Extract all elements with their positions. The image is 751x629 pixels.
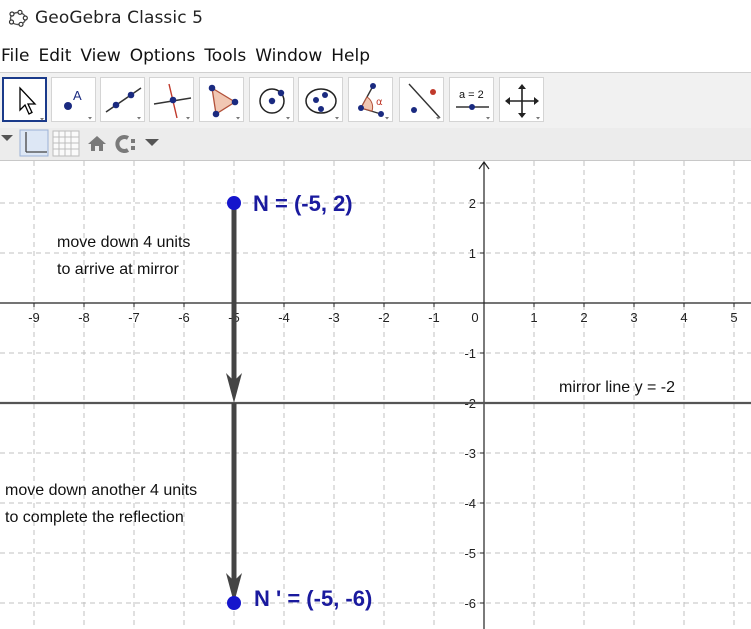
show-axes-icon[interactable] (19, 129, 49, 157)
graphics-view[interactable]: -9-8-7-6-5-4-3-2-1012345 21-1-2-3-4-5-6 … (0, 161, 751, 629)
polygon-icon (208, 84, 240, 120)
coordinate-plane[interactable]: -9-8-7-6-5-4-3-2-1012345 21-1-2-3-4-5-6 … (0, 161, 751, 629)
x-tick-label: -3 (328, 310, 340, 325)
cursor-arrow-icon (19, 86, 44, 121)
point-N-label[interactable]: N = (-5, 2) (253, 191, 353, 216)
x-tick-labels: -9-8-7-6-5-4-3-2-1012345 (28, 303, 738, 325)
title-bar: GeoGebra Classic 5 (0, 0, 751, 38)
point-tool-letter: A (73, 88, 82, 103)
x-tick-label: -1 (428, 310, 440, 325)
circle-center-point-icon (259, 88, 290, 120)
point-N-prime-label[interactable]: N ' = (-5, -6) (254, 586, 372, 611)
ellipse-icon (305, 88, 339, 120)
menu-tools[interactable]: Tools (204, 46, 251, 66)
x-tick-label: -6 (178, 310, 190, 325)
standard-view-home-icon[interactable] (88, 136, 106, 151)
x-tick-label: -7 (128, 310, 140, 325)
perpendicular-line-tool-button[interactable] (149, 77, 194, 122)
conic-tool-button[interactable] (298, 77, 343, 122)
style-bar (0, 128, 751, 161)
angle-tool-button[interactable]: α (348, 77, 393, 122)
y-tick-label: 1 (469, 246, 476, 261)
y-tick-label: -5 (464, 546, 476, 561)
menu-bar: File Edit View Options Tools Window Help (0, 42, 751, 70)
move-graphics-view-icon (505, 84, 540, 120)
angle-tool-letter: α (376, 97, 383, 108)
menu-edit[interactable]: Edit (38, 46, 76, 66)
show-grid-icon[interactable] (52, 130, 80, 157)
x-tick-label: 2 (580, 310, 587, 325)
reflect-about-line-icon (408, 83, 441, 120)
menu-file[interactable]: File (0, 46, 34, 66)
point-N[interactable] (227, 196, 241, 210)
point-tool-button[interactable]: A (51, 77, 96, 122)
reflect-tool-button[interactable] (399, 77, 444, 122)
menu-window[interactable]: Window (255, 46, 327, 66)
circle-tool-button[interactable] (249, 77, 294, 122)
geogebra-logo-icon (8, 9, 28, 27)
angle-icon: α (358, 83, 389, 120)
window-title: GeoGebra Classic 5 (35, 8, 204, 28)
y-tick-label: -6 (464, 596, 476, 611)
toggle-stylebar-icon[interactable] (1, 135, 13, 141)
x-tick-label: 4 (680, 310, 687, 325)
y-tick-label: 2 (469, 196, 476, 211)
toolbar: A α a = 2 (0, 72, 751, 129)
menu-options[interactable]: Options (130, 46, 201, 66)
note-move-down-line-1[interactable]: move down 4 units (57, 234, 190, 251)
x-tick-label: 1 (530, 310, 537, 325)
x-tick-label: -4 (278, 310, 290, 325)
x-tick-label: 5 (730, 310, 737, 325)
perpendicular-line-icon (153, 83, 192, 120)
mirror-line-label[interactable]: mirror line y = -2 (559, 379, 675, 396)
point-N-prime[interactable] (227, 596, 241, 610)
polygon-tool-button[interactable] (199, 77, 244, 122)
line-through-points-icon (105, 87, 142, 120)
slider-tool-label: a = 2 (459, 89, 484, 101)
menu-help[interactable]: Help (331, 46, 375, 66)
y-tick-label: -4 (464, 496, 476, 511)
x-tick-label: 3 (630, 310, 637, 325)
move-tool-button[interactable] (2, 77, 47, 122)
move-graphics-tool-button[interactable] (499, 77, 544, 122)
x-tick-label: -8 (78, 310, 90, 325)
slider-icon: a = 2 (456, 89, 490, 120)
line-tool-button[interactable] (100, 77, 145, 122)
slider-tool-button[interactable]: a = 2 (449, 77, 494, 122)
x-tick-label: -2 (378, 310, 390, 325)
point-capturing-icon[interactable] (115, 135, 159, 153)
point-icon: A (64, 88, 92, 120)
note-complete-reflection-line-2[interactable]: to complete the reflection (5, 509, 184, 526)
note-move-down-line-2[interactable]: to arrive at mirror (57, 261, 179, 278)
x-tick-label: 0 (471, 310, 478, 325)
x-tick-label: -9 (28, 310, 40, 325)
y-tick-label: -3 (464, 446, 476, 461)
y-tick-label: -1 (464, 346, 476, 361)
menu-view[interactable]: View (80, 46, 125, 66)
note-complete-reflection-line-1[interactable]: move down another 4 units (5, 482, 197, 499)
